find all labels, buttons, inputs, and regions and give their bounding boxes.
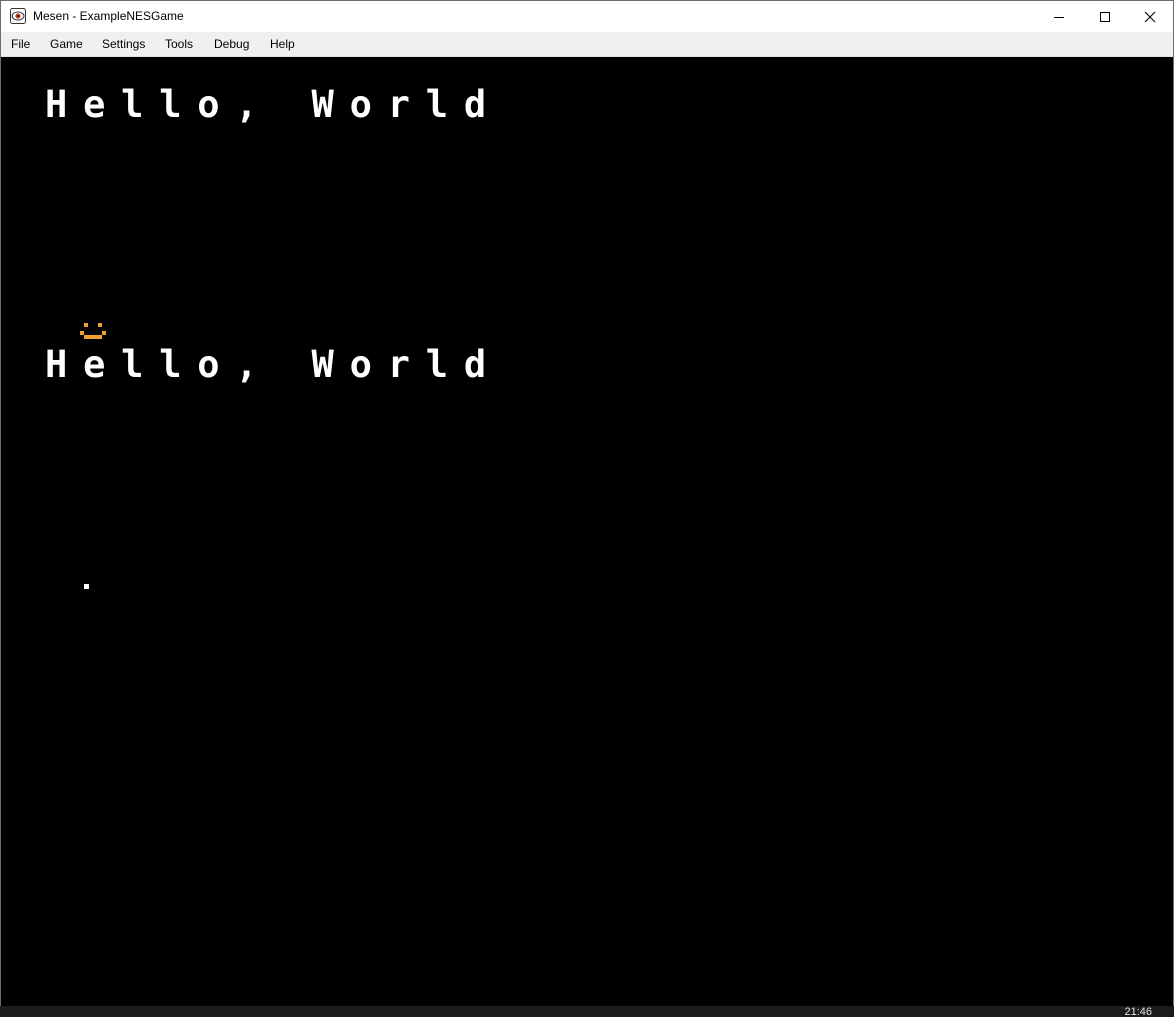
menu-debug[interactable]: Debug	[214, 32, 249, 56]
hello-world-text-top: Hello, World	[45, 83, 502, 126]
window-title: Mesen - ExampleNESGame	[33, 9, 184, 23]
taskbar-clock: 21:46	[1124, 1006, 1152, 1017]
smiley-sprite-icon	[80, 323, 108, 343]
menu-game[interactable]: Game	[50, 32, 83, 56]
hello-world-text-bottom: Hello, World	[45, 343, 502, 386]
cursor-dot-sprite	[84, 584, 89, 589]
menu-settings[interactable]: Settings	[102, 32, 145, 56]
menu-file[interactable]: File	[11, 32, 30, 56]
menu-help[interactable]: Help	[270, 32, 295, 56]
menu-tools[interactable]: Tools	[165, 32, 193, 56]
maximize-button[interactable]	[1082, 1, 1128, 32]
menu-bar: File Game Settings Tools Debug Help	[1, 32, 1173, 57]
maximize-icon	[1100, 11, 1110, 22]
minimize-icon	[1054, 16, 1064, 18]
emulator-window: Mesen - ExampleNESGame File Game Setting…	[0, 0, 1174, 1017]
close-icon	[1144, 11, 1156, 22]
os-taskbar: 21:46	[0, 1006, 1174, 1017]
minimize-button[interactable]	[1036, 1, 1082, 32]
title-bar[interactable]: Mesen - ExampleNESGame	[1, 1, 1173, 32]
mesen-app-icon	[10, 8, 26, 24]
game-screen[interactable]: Hello, World Hello, World	[1, 57, 1173, 1007]
close-button[interactable]	[1127, 1, 1173, 32]
